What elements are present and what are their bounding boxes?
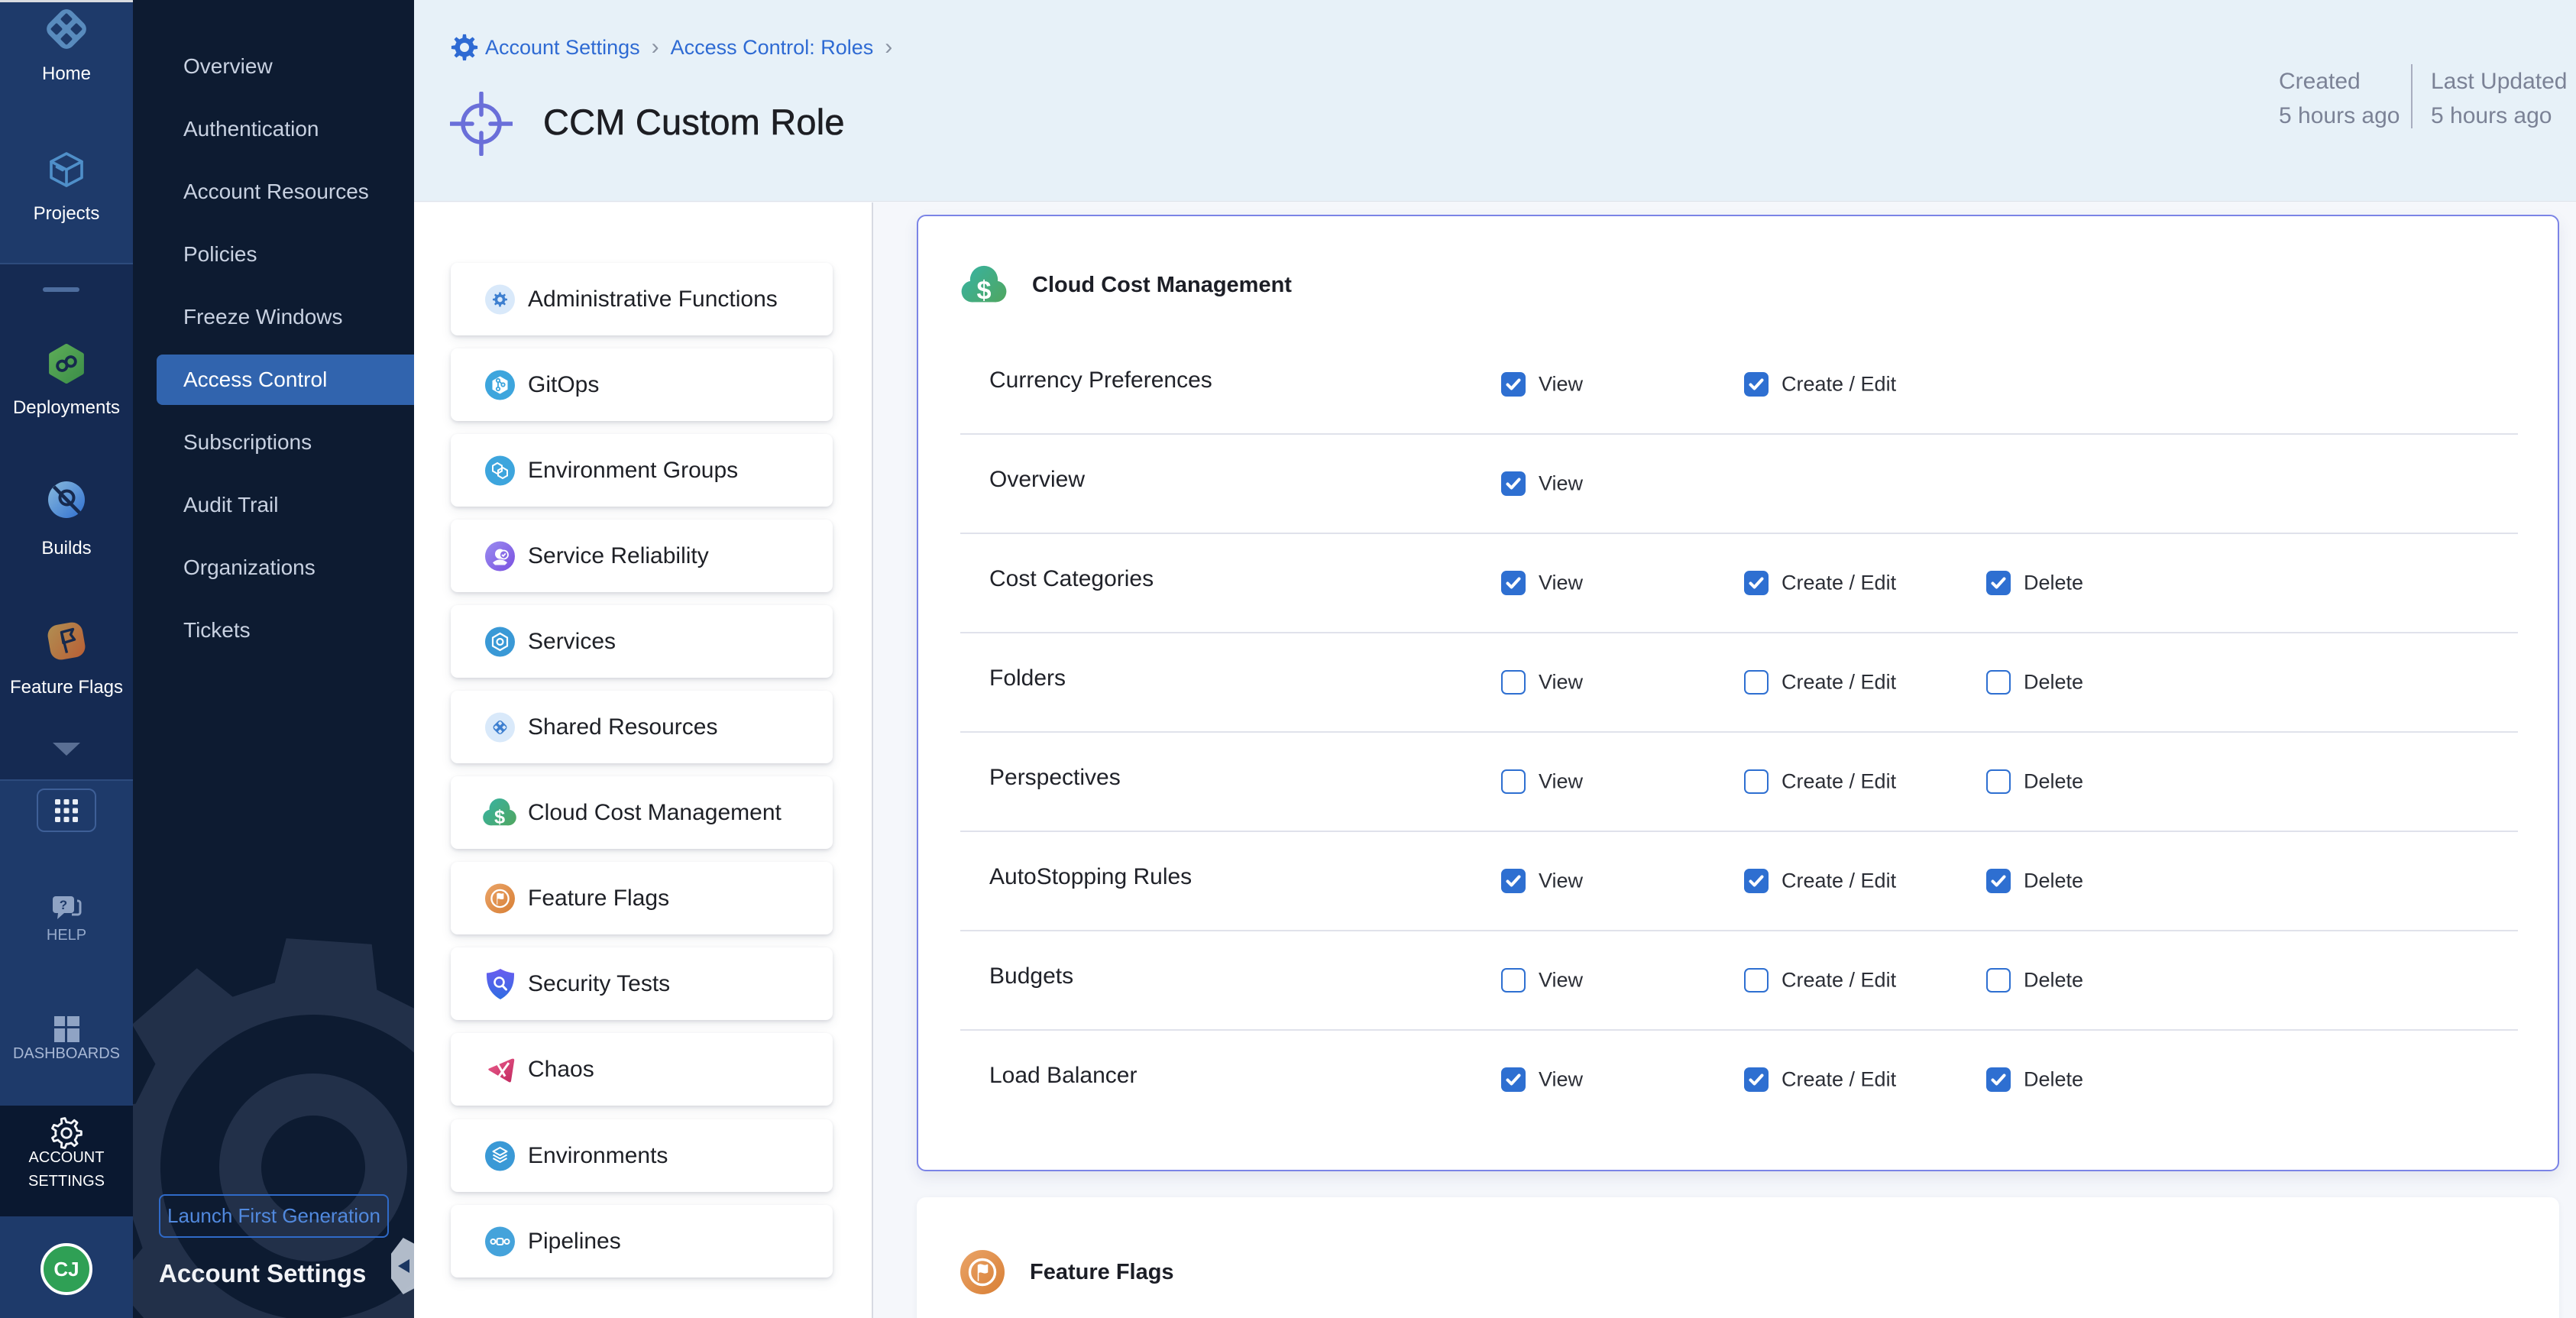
svg-text:?: ? [60,898,67,912]
